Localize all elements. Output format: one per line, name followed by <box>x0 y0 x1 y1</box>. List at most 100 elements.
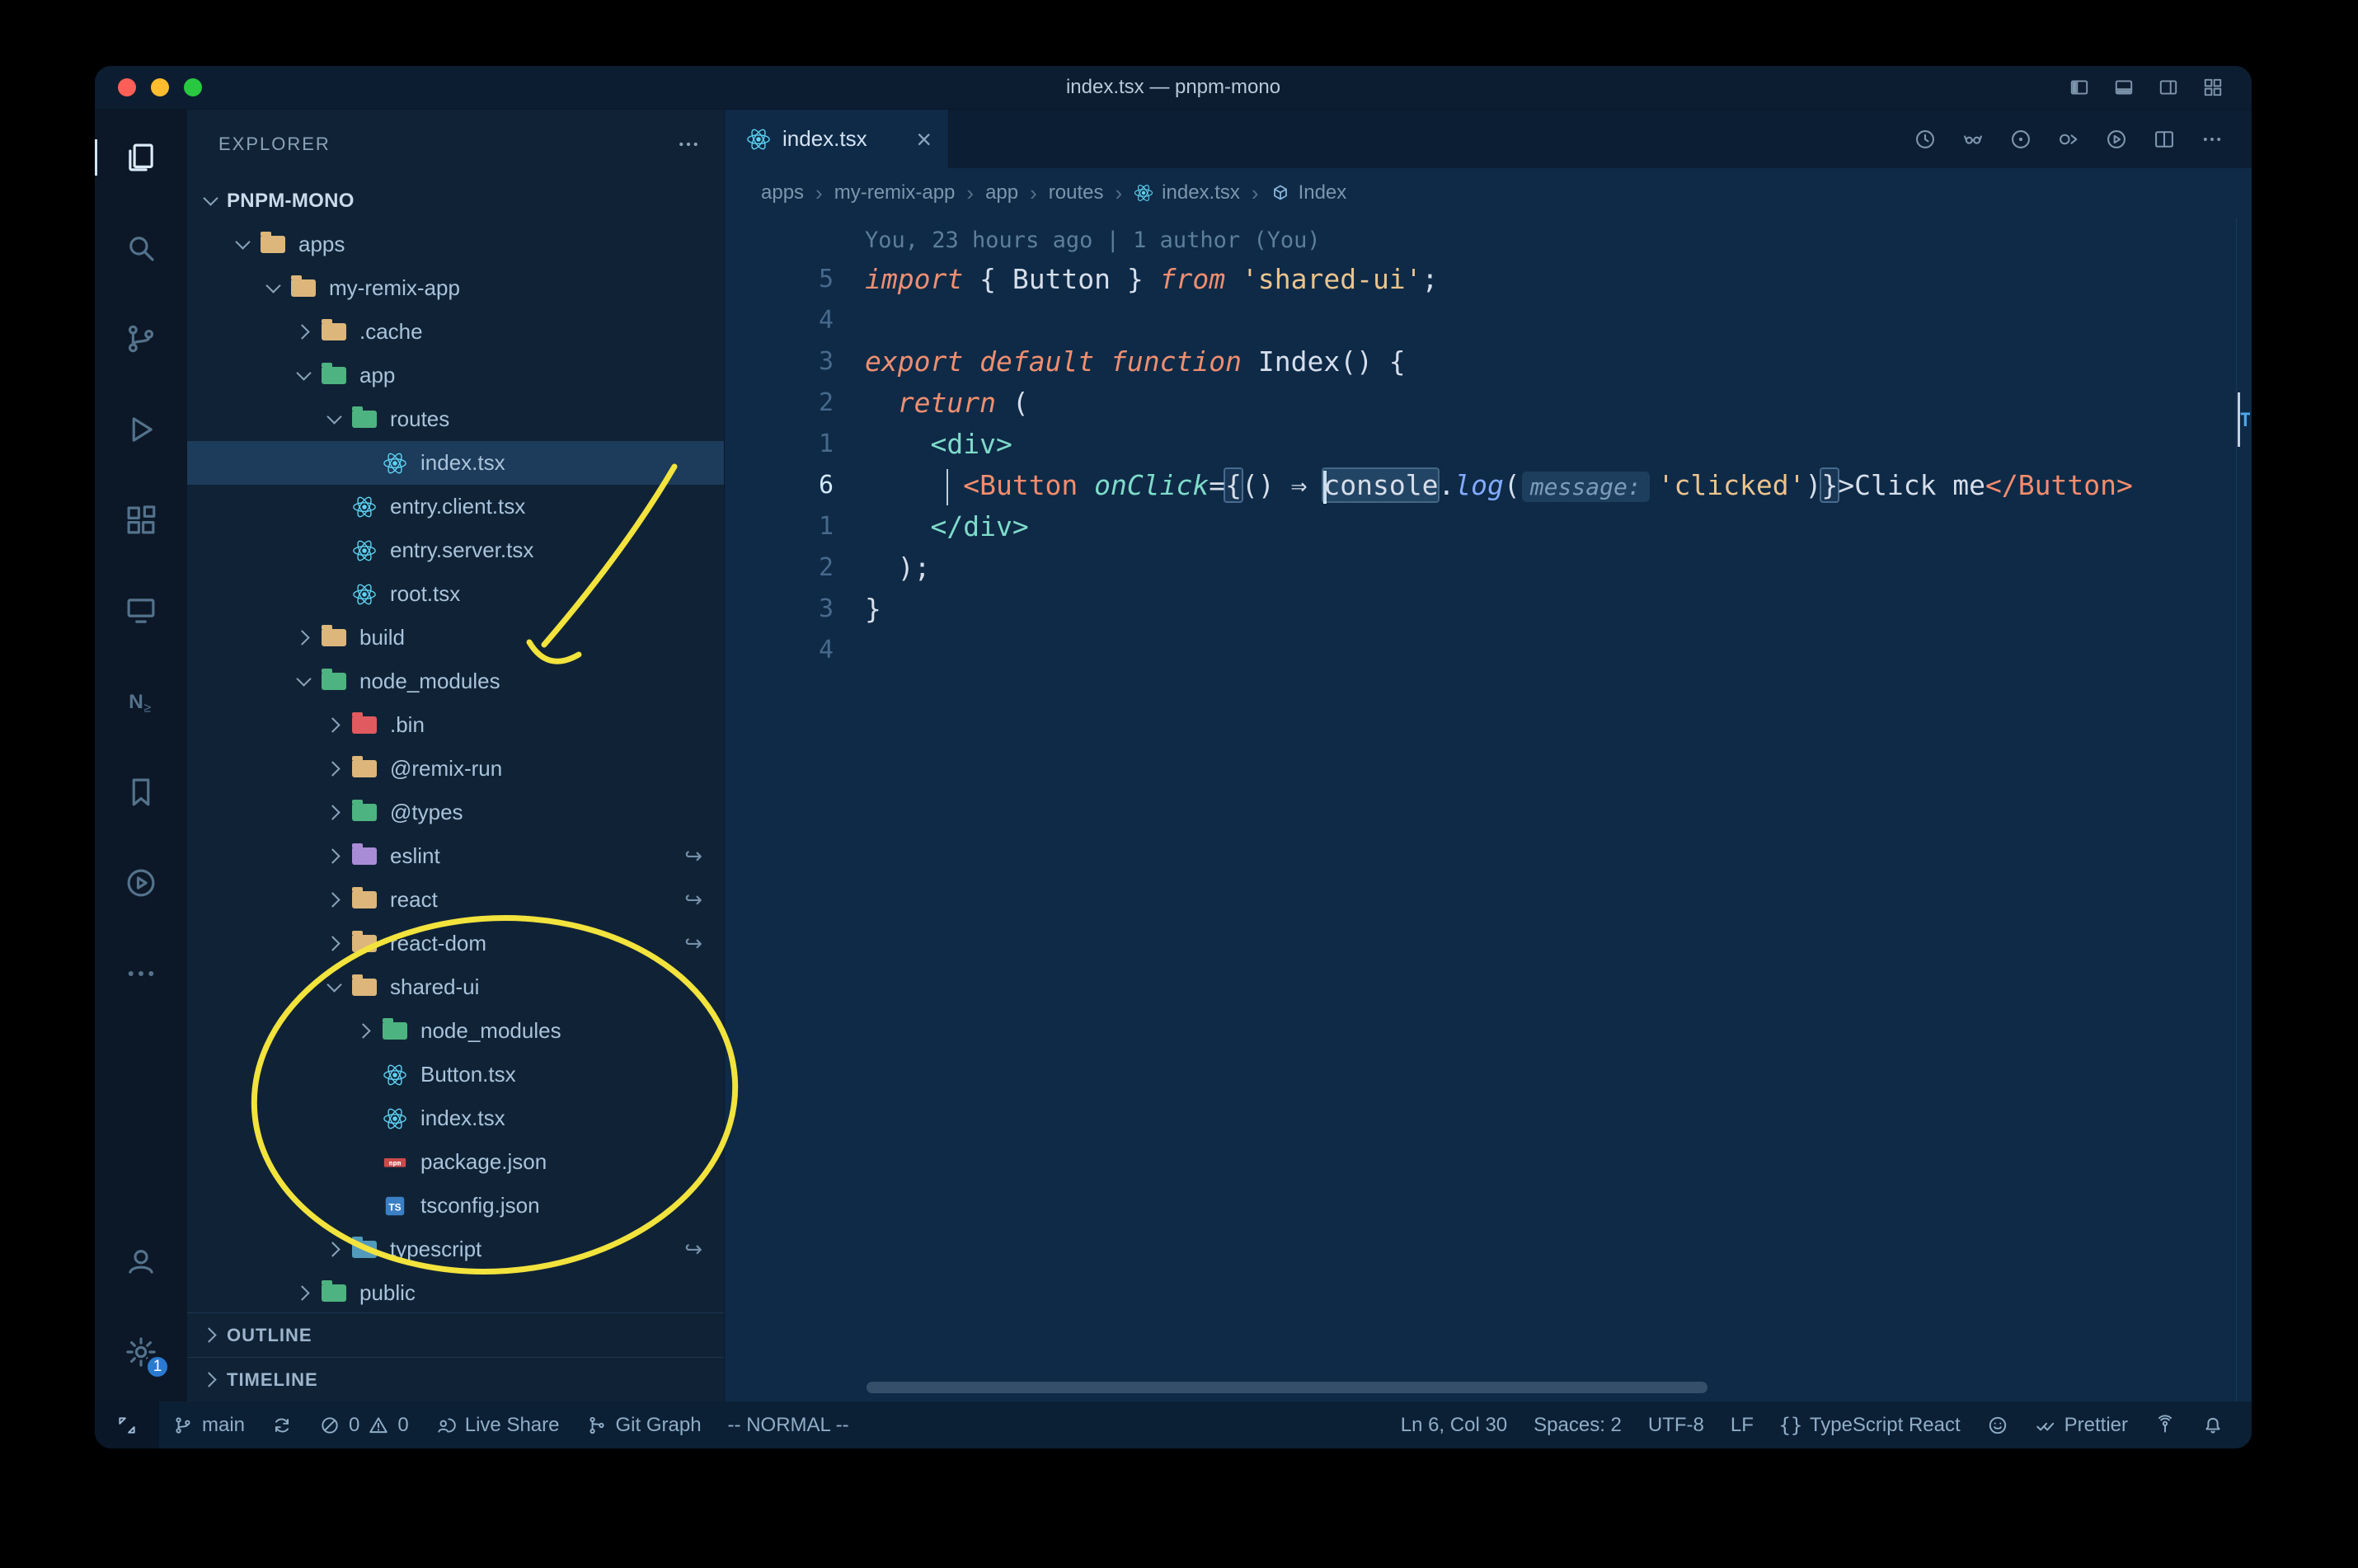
tree-item-label: public <box>359 1280 416 1305</box>
activity-item-code-runner[interactable] <box>95 865 187 901</box>
tree-item[interactable]: shared-ui <box>187 965 724 1009</box>
status-git-graph[interactable]: Git Graph <box>573 1401 715 1448</box>
tree-item[interactable]: apps <box>187 223 724 266</box>
run-file-icon[interactable] <box>2105 128 2128 151</box>
activity-item-explorer[interactable] <box>95 139 187 176</box>
activity-item-search[interactable] <box>95 230 187 266</box>
layout-panel-icon[interactable] <box>2113 77 2135 98</box>
macos-zoom-button[interactable] <box>184 78 202 96</box>
folder-icon <box>350 931 378 957</box>
symlink-icon: ↪ <box>684 931 702 955</box>
activity-item-extensions[interactable] <box>95 502 187 538</box>
code-editor[interactable]: You, 23 hours ago | 1 author (You) 5 impor… <box>725 218 2252 1401</box>
tree-item[interactable]: index.tsx <box>187 441 724 485</box>
tree-item-label: entry.server.tsx <box>390 538 534 562</box>
tree-item[interactable]: @types <box>187 791 724 834</box>
activity-item-nx-console[interactable]: N ≥ <box>95 683 187 720</box>
layout-sidebar-left-icon[interactable] <box>2069 77 2090 98</box>
layout-sidebar-right-icon[interactable] <box>2158 77 2179 98</box>
tree-item[interactable]: index.tsx <box>187 1096 724 1140</box>
toggle-blame-icon[interactable] <box>1961 128 1985 151</box>
folder-icon <box>320 669 348 695</box>
status-git-branch[interactable]: main <box>159 1401 258 1448</box>
compare-changes-icon[interactable] <box>2009 128 2032 151</box>
tree-item[interactable]: app <box>187 354 724 397</box>
files-icon <box>124 140 158 175</box>
tree-item[interactable]: my-remix-app <box>187 266 724 310</box>
blame-line: You, 23 hours ago | 1 author (You) <box>725 218 2252 259</box>
tree-item[interactable]: root.tsx <box>187 572 724 616</box>
tree-item-label: @remix-run <box>390 756 503 781</box>
tree-item-label: app <box>359 363 396 387</box>
status-text: LF <box>1730 1413 1754 1436</box>
tree-item[interactable]: node_modules <box>187 1009 724 1053</box>
status-prettier[interactable]: Prettier <box>2022 1401 2141 1448</box>
macos-close-button[interactable] <box>118 78 136 96</box>
tree-item[interactable]: routes <box>187 397 724 441</box>
status-live-share[interactable]: Live Share <box>422 1401 573 1448</box>
close-tab-button[interactable]: × <box>916 126 932 153</box>
tree-item[interactable]: node_modules <box>187 660 724 703</box>
activity-item-source-control[interactable] <box>95 321 187 357</box>
activity-item-settings[interactable]: 1 <box>95 1334 187 1380</box>
tree-item[interactable]: eslint ↪ <box>187 834 724 878</box>
status-notifications[interactable] <box>2189 1401 2237 1448</box>
activity-item-accounts[interactable] <box>95 1243 187 1279</box>
status-feedback[interactable] <box>1974 1401 2022 1448</box>
status-vim-mode[interactable]: -- NORMAL -- <box>715 1401 862 1448</box>
outline-section[interactable]: OUTLINE <box>187 1312 724 1357</box>
breadcrumb-my-remix-app[interactable]: my-remix-app <box>834 181 956 204</box>
open-changes-icon[interactable] <box>2057 128 2080 151</box>
more-actions-icon[interactable] <box>2201 128 2224 151</box>
status-problems[interactable]: 00 <box>306 1401 422 1448</box>
activity-item-bookmarks[interactable] <box>95 774 187 810</box>
breadcrumb-app[interactable]: app <box>985 181 1018 204</box>
tab-index-tsx[interactable]: index.tsx × <box>725 110 949 168</box>
line-number: 5 <box>818 265 834 293</box>
tree-item[interactable]: react-dom ↪ <box>187 922 724 965</box>
tree-item[interactable]: public <box>187 1271 724 1312</box>
status-encoding[interactable]: UTF-8 <box>1635 1401 1717 1448</box>
tree-item[interactable]: typescript ↪ <box>187 1228 724 1271</box>
status-language-mode[interactable]: {} TypeScript React <box>1767 1401 1974 1448</box>
tree-item[interactable]: .bin <box>187 703 724 747</box>
explorer-actions-button[interactable] <box>676 132 701 157</box>
breadcrumb-apps[interactable]: apps <box>761 181 804 204</box>
breadcrumb-index.tsx[interactable]: index.tsx <box>1134 181 1240 204</box>
tree-item[interactable]: entry.server.tsx <box>187 528 724 572</box>
tree-item[interactable]: build <box>187 616 724 660</box>
react-icon <box>350 538 378 564</box>
chevron-right-icon <box>199 1368 223 1392</box>
status-cursor-position[interactable]: Ln 6, Col 30 <box>1388 1401 1520 1448</box>
activity-item-additional-views[interactable] <box>95 955 187 992</box>
line-number: 1 <box>818 512 834 541</box>
tree-item[interactable]: entry.client.tsx <box>187 485 724 528</box>
workspace-root[interactable]: PNPM-MONO <box>187 179 724 223</box>
tree-item[interactable]: TS tsconfig.json <box>187 1184 724 1228</box>
history-icon[interactable] <box>1914 128 1937 151</box>
breadcrumb-routes[interactable]: routes <box>1049 181 1104 204</box>
double-check-icon <box>2035 1415 2056 1436</box>
status-sync[interactable] <box>258 1401 306 1448</box>
status-indentation[interactable]: Spaces: 2 <box>1520 1401 1635 1448</box>
macos-minimize-button[interactable] <box>151 78 169 96</box>
breadcrumb-Index[interactable]: Index <box>1271 181 1346 204</box>
react-icon <box>381 1062 409 1088</box>
timeline-section[interactable]: TIMELINE <box>187 1357 724 1401</box>
customize-layout-icon[interactable] <box>2202 77 2224 98</box>
react-icon <box>350 581 378 608</box>
tree-item[interactable]: @remix-run <box>187 747 724 791</box>
status-eol[interactable]: LF <box>1717 1401 1767 1448</box>
tree-item[interactable]: react ↪ <box>187 878 724 922</box>
tree-item[interactable]: .cache <box>187 310 724 354</box>
warning-icon <box>368 1415 389 1436</box>
tree-item[interactable]: npm package.json <box>187 1140 724 1184</box>
split-editor-icon[interactable] <box>2153 128 2176 151</box>
tree-item[interactable]: Button.tsx <box>187 1053 724 1096</box>
activity-item-remote-explorer[interactable] <box>95 593 187 629</box>
status-broadcast[interactable] <box>2141 1401 2189 1448</box>
status-remote-indicator[interactable] <box>95 1401 159 1448</box>
activity-item-run-debug[interactable] <box>95 411 187 448</box>
horizontal-scrollbar[interactable] <box>867 1382 1707 1393</box>
